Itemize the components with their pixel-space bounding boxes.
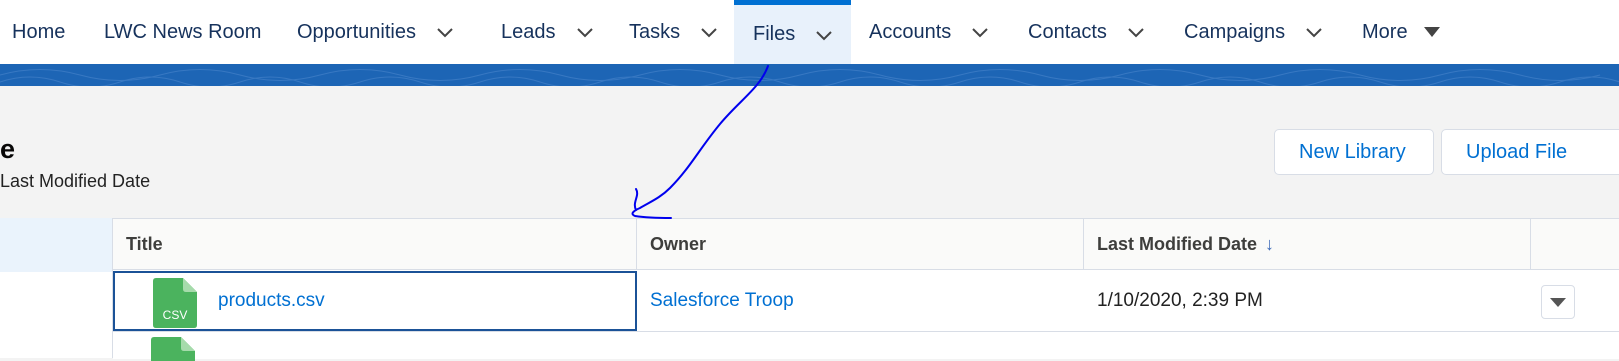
sidebar-selected-item[interactable] <box>0 218 112 272</box>
nav-item-files[interactable]: Files <box>734 0 851 64</box>
column-header-label: Last Modified Date <box>1097 233 1258 254</box>
chevron-down-icon[interactable] <box>971 23 989 41</box>
column-header-label: Owner <box>650 233 707 254</box>
caret-down-icon <box>1550 298 1566 307</box>
owner-link[interactable]: Salesforce Troop <box>637 290 794 312</box>
files-sidebar <box>0 218 113 358</box>
csv-file-icon <box>151 337 195 361</box>
nav-item-label: LWC News Room <box>104 20 262 43</box>
nav-item-label: More <box>1362 20 1408 43</box>
column-header-last-modified[interactable]: Last Modified Date ↓ <box>1084 219 1531 270</box>
file-title-link[interactable]: products.csv <box>218 290 325 312</box>
column-header-owner[interactable]: Owner <box>637 219 1084 270</box>
modified-date-cell: 1/10/2020, 2:39 PM <box>1084 271 1531 331</box>
nav-item-lwc-news-room[interactable]: LWC News Room <box>104 0 261 64</box>
page-subtitle: Last Modified Date <box>0 171 151 191</box>
nav-item-label: Campaigns <box>1184 20 1286 43</box>
nav-item-label: Home <box>12 20 66 43</box>
file-type-label: CSV <box>163 308 188 322</box>
nav-item-label: Tasks <box>629 20 681 43</box>
table-row[interactable]: CSV products.csv Salesforce Troop 1/10/2… <box>113 271 1619 332</box>
chevron-down-icon[interactable] <box>815 26 833 44</box>
nav-item-campaigns[interactable]: Campaigns <box>1184 0 1323 64</box>
files-table: Title Owner Last Modified Date ↓ CSV pro… <box>113 218 1619 361</box>
nav-item-label: Opportunities <box>297 20 416 43</box>
owner-cell: Salesforce Troop <box>637 271 1084 331</box>
column-header-title[interactable]: Title <box>113 219 637 270</box>
nav-item-label: Leads <box>501 20 556 43</box>
nav-item-contacts[interactable]: Contacts <box>1028 0 1145 64</box>
nav-item-home[interactable]: Home <box>0 0 65 64</box>
chevron-down-icon[interactable] <box>700 23 718 41</box>
nav-item-accounts[interactable]: Accounts <box>869 0 989 64</box>
nav-item-label: Files <box>753 23 796 45</box>
caret-down-icon <box>1423 27 1440 37</box>
chevron-down-icon[interactable] <box>576 23 594 41</box>
nav-item-opportunities[interactable]: Opportunities <box>297 0 454 64</box>
nav-item-label: Accounts <box>869 20 952 43</box>
new-library-button[interactable]: New Library <box>1274 129 1434 175</box>
banner-pattern <box>0 69 1619 86</box>
nav-item-leads[interactable]: Leads <box>501 0 594 64</box>
nav-item-more[interactable]: More <box>1362 0 1440 64</box>
title-cell[interactable]: CSV products.csv <box>113 271 637 331</box>
header-banner <box>0 64 1619 86</box>
column-header-label: Title <box>126 233 163 254</box>
row-actions-button[interactable] <box>1541 285 1575 319</box>
nav-item-tasks[interactable]: Tasks <box>629 0 718 64</box>
modified-date: 1/10/2020, 2:39 PM <box>1097 290 1263 311</box>
chevron-down-icon[interactable] <box>1127 23 1145 41</box>
csv-file-icon: CSV <box>153 278 197 328</box>
nav-item-label: Contacts <box>1028 20 1107 43</box>
upload-files-button[interactable]: Upload File <box>1441 129 1619 175</box>
top-navigation-bar: Home LWC News Room Opportunities Leads T… <box>0 0 1619 64</box>
page-title: e <box>0 134 16 164</box>
column-header-actions <box>1531 219 1619 270</box>
chevron-down-icon[interactable] <box>436 23 454 41</box>
chevron-down-icon[interactable] <box>1305 23 1323 41</box>
sort-descending-icon: ↓ <box>1265 233 1275 254</box>
